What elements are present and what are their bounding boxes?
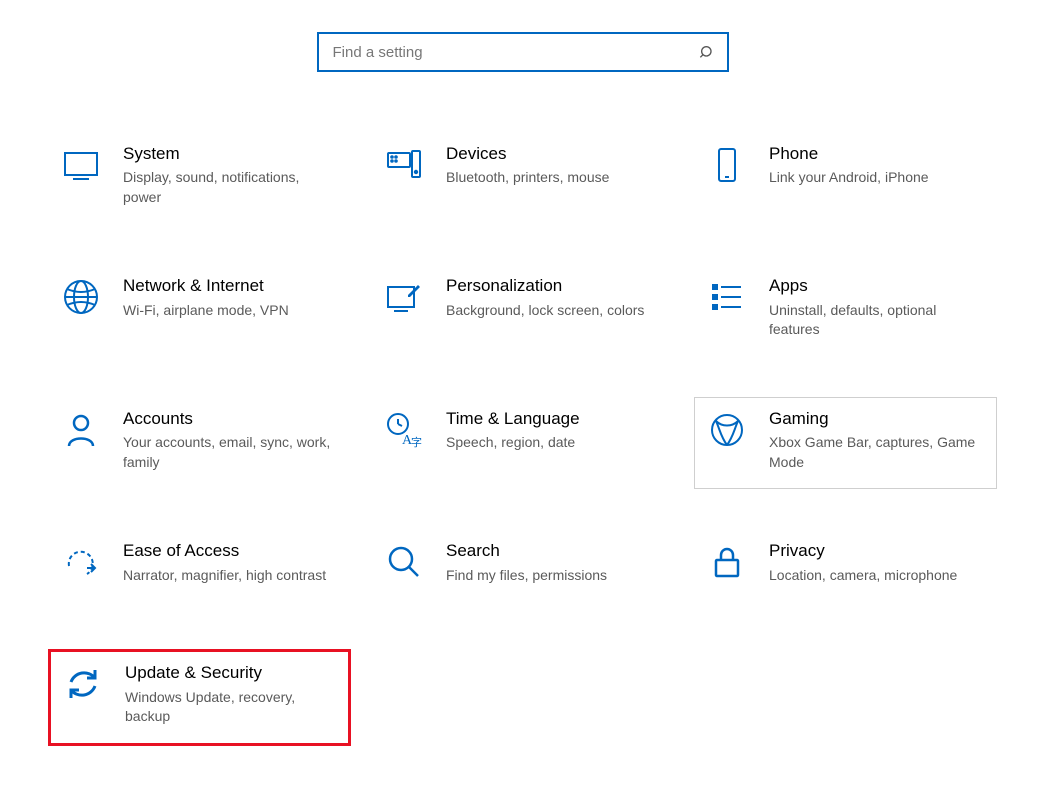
tile-title: Time & Language: [446, 408, 580, 429]
tile-title: Search: [446, 540, 607, 561]
svg-text:字: 字: [411, 435, 422, 449]
tile-desc: Location, camera, microphone: [769, 566, 957, 586]
tile-title: Apps: [769, 275, 979, 296]
tile-title: Gaming: [769, 408, 979, 429]
tile-accounts[interactable]: Accounts Your accounts, email, sync, wor…: [48, 397, 351, 489]
personalization-icon: [384, 277, 424, 317]
tile-title: Accounts: [123, 408, 333, 429]
network-icon: [61, 277, 101, 317]
privacy-icon: [707, 542, 747, 582]
search-tile-icon: [384, 542, 424, 582]
tile-network[interactable]: Network & Internet Wi-Fi, airplane mode,…: [48, 264, 351, 356]
tile-title: Network & Internet: [123, 275, 289, 296]
tile-title: Personalization: [446, 275, 644, 296]
time-language-icon: A 字: [384, 410, 424, 450]
tile-desc: Uninstall, defaults, optional features: [769, 301, 979, 340]
tile-privacy[interactable]: Privacy Location, camera, microphone: [694, 529, 997, 609]
system-icon: [61, 145, 101, 185]
tile-search[interactable]: Search Find my files, permissions: [371, 529, 674, 609]
search-icon: [699, 44, 715, 60]
tile-title: Devices: [446, 143, 609, 164]
update-security-icon: [63, 664, 103, 704]
tile-desc: Bluetooth, printers, mouse: [446, 168, 609, 188]
tile-update-security[interactable]: Update & Security Windows Update, recove…: [48, 649, 351, 745]
search-box[interactable]: [317, 32, 729, 72]
tile-desc: Background, lock screen, colors: [446, 301, 644, 321]
phone-icon: [707, 145, 747, 185]
tile-desc: Display, sound, notifications, power: [123, 168, 333, 207]
tile-desc: Wi-Fi, airplane mode, VPN: [123, 301, 289, 321]
devices-icon: [384, 145, 424, 185]
tile-apps[interactable]: Apps Uninstall, defaults, optional featu…: [694, 264, 997, 356]
gaming-icon: [707, 410, 747, 450]
tile-phone[interactable]: Phone Link your Android, iPhone: [694, 132, 997, 224]
tile-desc: Narrator, magnifier, high contrast: [123, 566, 326, 586]
tile-title: Ease of Access: [123, 540, 326, 561]
tile-desc: Windows Update, recovery, backup: [125, 688, 335, 727]
tile-title: Update & Security: [125, 662, 335, 683]
tile-title: Privacy: [769, 540, 957, 561]
tile-system[interactable]: System Display, sound, notifications, po…: [48, 132, 351, 224]
ease-of-access-icon: [61, 542, 101, 582]
tile-gaming[interactable]: Gaming Xbox Game Bar, captures, Game Mod…: [694, 397, 997, 489]
search-input[interactable]: [331, 43, 699, 62]
tile-devices[interactable]: Devices Bluetooth, printers, mouse: [371, 132, 674, 224]
tile-time-language[interactable]: A 字 Time & Language Speech, region, date: [371, 397, 674, 489]
apps-icon: [707, 277, 747, 317]
tile-desc: Speech, region, date: [446, 433, 580, 453]
tile-desc: Find my files, permissions: [446, 566, 607, 586]
tile-desc: Your accounts, email, sync, work, family: [123, 433, 333, 472]
tile-ease-of-access[interactable]: Ease of Access Narrator, magnifier, high…: [48, 529, 351, 609]
tile-title: System: [123, 143, 333, 164]
accounts-icon: [61, 410, 101, 450]
tile-title: Phone: [769, 143, 929, 164]
settings-grid: System Display, sound, notifications, po…: [0, 72, 1045, 746]
tile-desc: Link your Android, iPhone: [769, 168, 929, 188]
tile-personalization[interactable]: Personalization Background, lock screen,…: [371, 264, 674, 356]
tile-desc: Xbox Game Bar, captures, Game Mode: [769, 433, 979, 472]
